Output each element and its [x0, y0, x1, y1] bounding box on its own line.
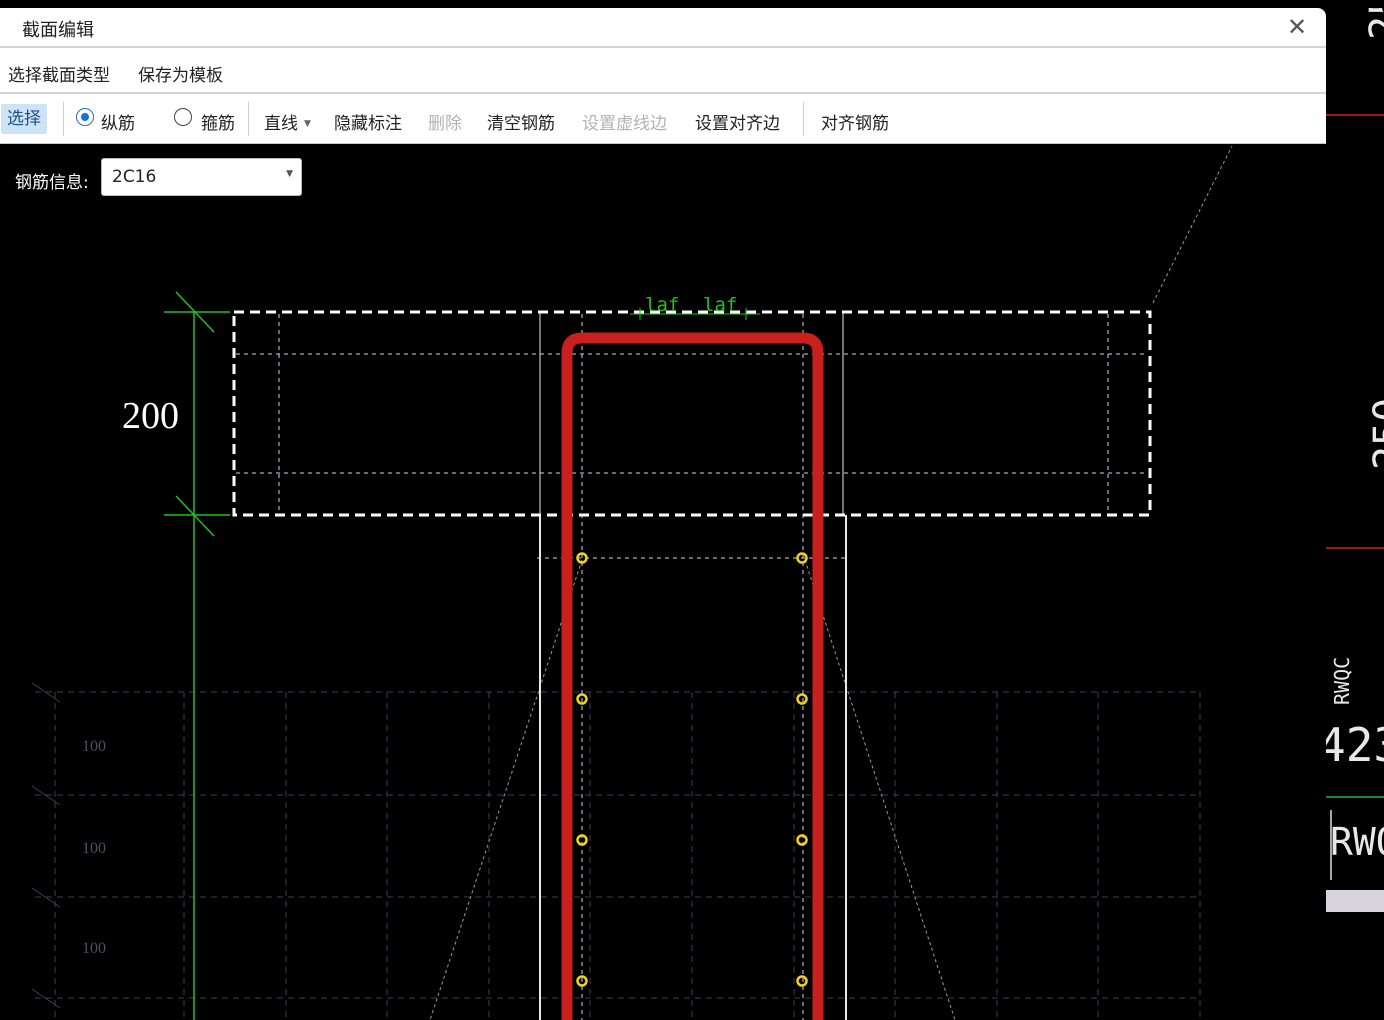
stirrup-label[interactable]: 箍筋	[201, 109, 235, 134]
chevron-down-icon: ▼	[286, 169, 293, 179]
select-section-type-menu[interactable]: 选择截面类型	[8, 61, 110, 86]
section-edit-dialog: 100 100 100 200 laf laf 截面编辑 ✕ 选择截面类型 保存…	[0, 8, 1326, 1020]
hide-annotation-button[interactable]: 隐藏标注	[334, 109, 402, 134]
grid-dim-2: 100	[82, 840, 106, 857]
grid-ticks	[31, 682, 61, 1009]
stirrup-radio[interactable]	[174, 108, 192, 126]
chevron-down-icon: ▼	[304, 119, 311, 129]
toolbar-divider	[803, 102, 804, 136]
save-as-template-menu[interactable]: 保存为模板	[138, 61, 223, 86]
longitudinal-label[interactable]: 纵筋	[101, 109, 135, 134]
rebar-info-label: 钢筋信息:	[15, 173, 89, 193]
toolbar: 选择 纵筋 箍筋 直线 ▼ 隐藏标注 删除 清空钢筋 设置虚线边 设置对齐边 对齐…	[0, 94, 1326, 144]
align-rebar-button[interactable]: 对齐钢筋	[821, 109, 889, 134]
grid-dim-1: 100	[82, 738, 106, 755]
web-outline	[539, 312, 847, 1020]
rebar-info-select[interactable]: 2C16 ▼	[101, 158, 302, 196]
background-cad-lines	[1326, 114, 1384, 912]
toolbar-divider	[248, 102, 249, 136]
bg-label-4: 423	[1326, 718, 1384, 772]
flange-height-label: 200	[122, 395, 179, 437]
dialog-title: 截面编辑	[22, 20, 94, 41]
rebar-info-value: 2C16	[112, 167, 157, 187]
rebar-point	[796, 975, 808, 987]
close-icon[interactable]: ✕	[1284, 14, 1310, 40]
guide-diagonals	[429, 145, 1233, 1020]
background-top-strip	[0, 0, 1384, 8]
menu-bar: 选择截面类型 保存为模板	[0, 48, 1326, 92]
select-button[interactable]: 选择	[1, 104, 47, 134]
longitudinal-radio[interactable]	[76, 108, 94, 126]
set-align-edge-button[interactable]: 设置对齐边	[695, 109, 780, 134]
grid-dim-3: 100	[82, 940, 106, 957]
clear-rebar-button[interactable]: 清空钢筋	[487, 109, 555, 134]
bg-label-2: 250	[1366, 397, 1384, 470]
rebar-point	[796, 834, 808, 846]
laf-label-right: laf	[703, 294, 737, 316]
line-dropdown[interactable]: 直线 ▼	[264, 109, 311, 134]
rebar-point	[796, 693, 808, 705]
title-bar: 截面编辑 ✕	[0, 8, 1326, 46]
delete-button[interactable]: 删除	[428, 109, 462, 134]
bg-label-3: RWQC	[1330, 656, 1354, 705]
toolbar-divider	[63, 102, 64, 136]
background-cad-strip: 250 250 RWQC 423 RWQ	[1326, 0, 1384, 1020]
laf-label-left: laf	[645, 294, 679, 316]
line-label: 直线	[264, 114, 298, 134]
bg-label-5: RWQ	[1330, 820, 1384, 864]
grid-lines	[35, 691, 1201, 1020]
set-dashed-edge-button[interactable]: 设置虚线边	[582, 109, 667, 134]
